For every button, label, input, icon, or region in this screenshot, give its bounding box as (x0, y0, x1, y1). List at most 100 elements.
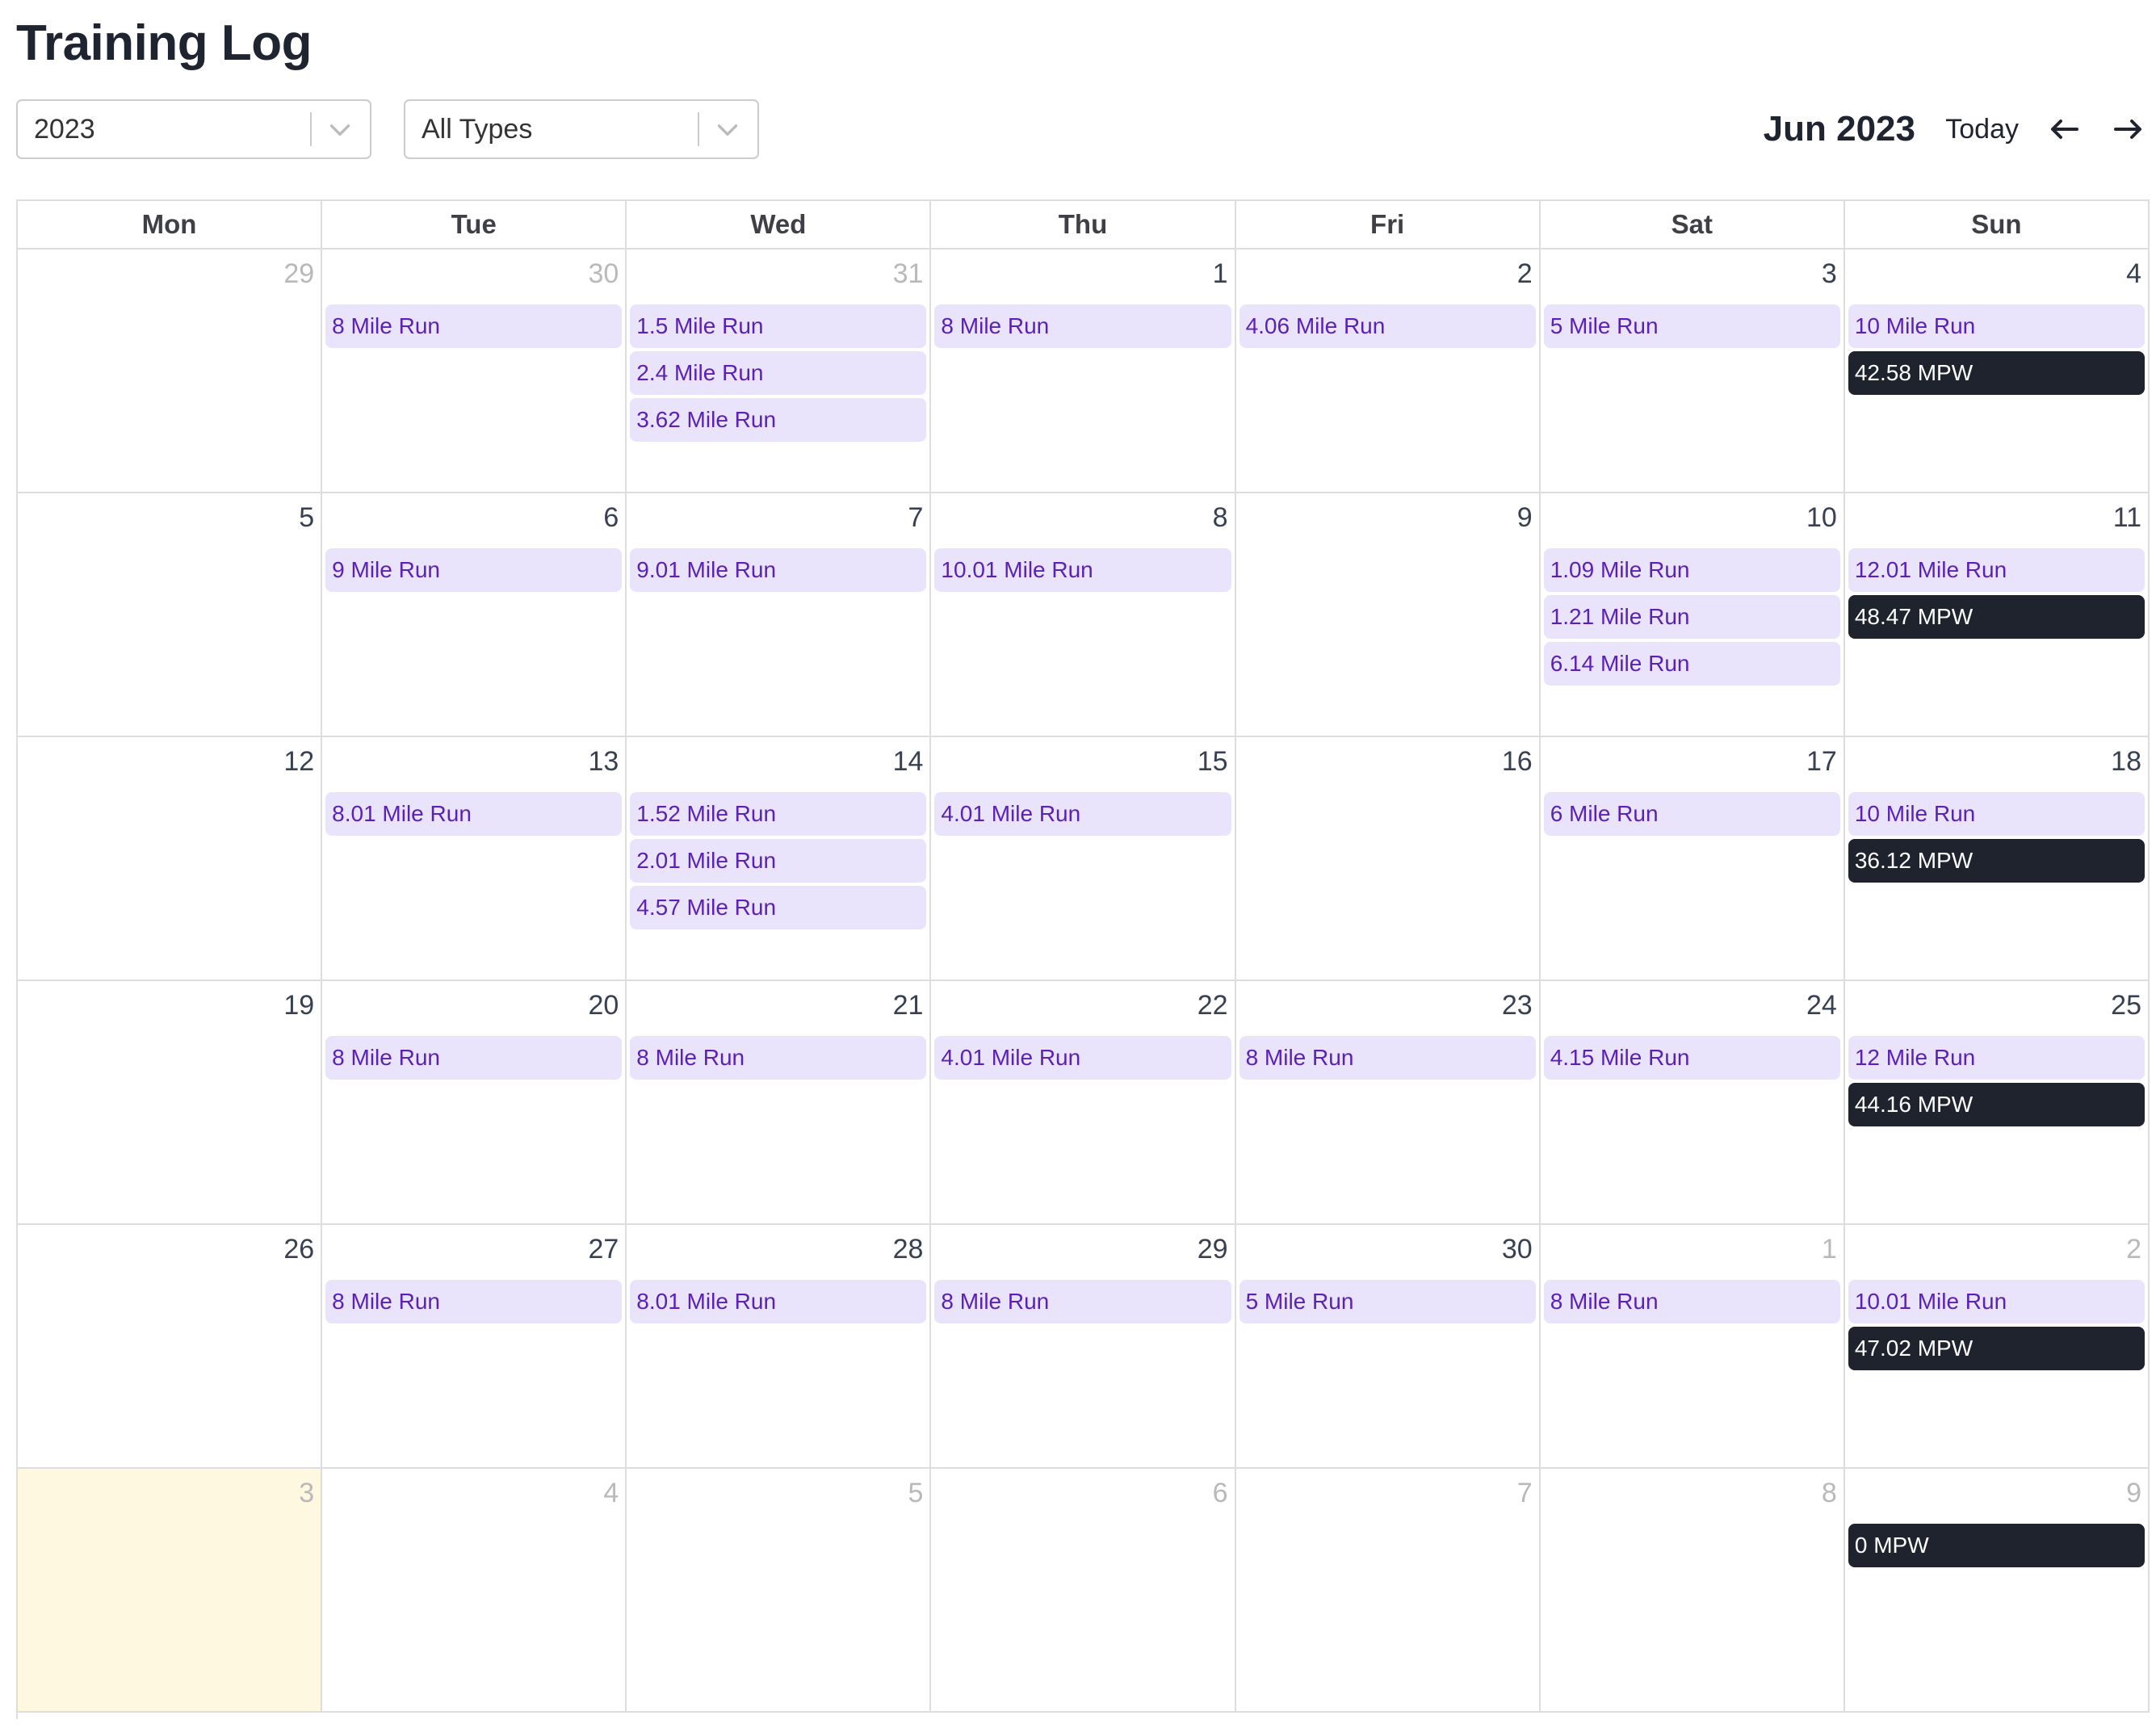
run-event[interactable]: 8 Mile Run (630, 1036, 927, 1080)
day-cell[interactable]: 15 4.01 Mile Run (931, 737, 1236, 979)
weekday-header-thu: Thu (931, 201, 1236, 248)
day-cell[interactable]: 8 (1541, 1469, 1845, 1711)
day-number: 6 (1212, 1478, 1228, 1508)
run-event[interactable]: 12 Mile Run (1848, 1036, 2145, 1080)
day-cell-today[interactable]: 3 (18, 1469, 323, 1711)
day-cell[interactable]: 21 8 Mile Run (627, 981, 932, 1223)
run-event[interactable]: 8.01 Mile Run (325, 792, 623, 836)
run-event[interactable]: 6.14 Mile Run (1543, 642, 1840, 686)
day-cell[interactable]: 29 (18, 250, 323, 492)
weekly-mileage-summary[interactable]: 44.16 MPW (1848, 1083, 2145, 1126)
day-cell[interactable]: 30 8 Mile Run (322, 250, 627, 492)
day-cell[interactable]: 18 10 Mile Run 36.12 MPW (1845, 737, 2150, 979)
day-cell[interactable]: 1 8 Mile Run (931, 250, 1236, 492)
day-cell[interactable]: 19 (18, 981, 323, 1223)
run-event[interactable]: 10 Mile Run (1848, 792, 2145, 836)
type-select[interactable]: All Types (404, 99, 759, 159)
day-cell[interactable]: 23 8 Mile Run (1236, 981, 1541, 1223)
weekly-mileage-summary[interactable]: 47.02 MPW (1848, 1327, 2145, 1370)
weekday-header-row: Mon Tue Wed Thu Fri Sat Sun (18, 201, 2150, 250)
run-event[interactable]: 8 Mile Run (325, 304, 623, 348)
day-cell[interactable]: 9 0 MPW (1845, 1469, 2150, 1711)
day-cell[interactable]: 5 (627, 1469, 932, 1711)
day-cell[interactable]: 20 8 Mile Run (322, 981, 627, 1223)
day-cell[interactable]: 12 (18, 737, 323, 979)
day-cell[interactable]: 2 4.06 Mile Run (1236, 250, 1541, 492)
day-cell[interactable]: 7 (1236, 1469, 1541, 1711)
day-cell[interactable]: 27 8 Mile Run (322, 1225, 627, 1467)
day-cell[interactable]: 2 10.01 Mile Run 47.02 MPW (1845, 1225, 2150, 1467)
day-cell[interactable]: 4 (322, 1469, 627, 1711)
run-event[interactable]: 1.52 Mile Run (630, 792, 927, 836)
run-event[interactable]: 1.21 Mile Run (1543, 595, 1840, 639)
today-button[interactable]: Today (1945, 102, 2019, 157)
run-event[interactable]: 12.01 Mile Run (1848, 548, 2145, 592)
run-event[interactable]: 4.15 Mile Run (1543, 1036, 1840, 1080)
next-month-button[interactable] (2109, 110, 2148, 149)
run-event[interactable]: 2.01 Mile Run (630, 839, 927, 883)
run-event[interactable]: 5 Mile Run (1543, 304, 1840, 348)
day-cell[interactable]: 13 8.01 Mile Run (322, 737, 627, 979)
day-cell[interactable]: 6 9 Mile Run (322, 493, 627, 736)
weekly-mileage-summary[interactable]: 42.58 MPW (1848, 351, 2145, 395)
run-event[interactable]: 9.01 Mile Run (630, 548, 927, 592)
run-event[interactable]: 10 Mile Run (1848, 304, 2145, 348)
day-cell[interactable]: 31 1.5 Mile Run 2.4 Mile Run 3.62 Mile Run (627, 250, 932, 492)
day-cell[interactable]: 6 (931, 1469, 1236, 1711)
run-event[interactable]: 8 Mile Run (325, 1280, 623, 1323)
year-select[interactable]: 2023 (16, 99, 371, 159)
day-cell[interactable]: 1 8 Mile Run (1541, 1225, 1845, 1467)
run-event[interactable]: 10.01 Mile Run (934, 548, 1231, 592)
run-event[interactable]: 8.01 Mile Run (630, 1280, 927, 1323)
day-cell[interactable]: 4 10 Mile Run 42.58 MPW (1845, 250, 2150, 492)
run-event[interactable]: 5 Mile Run (1239, 1280, 1536, 1323)
run-event[interactable]: 1.5 Mile Run (630, 304, 927, 348)
chevron-down-icon[interactable] (711, 112, 745, 146)
day-number: 25 (2111, 990, 2141, 1021)
day-cell[interactable]: 17 6 Mile Run (1541, 737, 1845, 979)
day-number: 9 (1516, 502, 1533, 533)
run-event[interactable]: 8 Mile Run (325, 1036, 623, 1080)
day-cell[interactable]: 25 12 Mile Run 44.16 MPW (1845, 981, 2150, 1223)
day-cell[interactable]: 16 (1236, 737, 1541, 979)
prev-month-button[interactable] (2045, 110, 2083, 149)
run-event[interactable]: 3.62 Mile Run (630, 398, 927, 442)
day-number: 21 (892, 990, 924, 1021)
run-event[interactable]: 2.4 Mile Run (630, 351, 927, 395)
weekly-mileage-summary[interactable]: 36.12 MPW (1848, 839, 2145, 883)
run-event[interactable]: 8 Mile Run (1239, 1036, 1536, 1080)
run-event[interactable]: 4.01 Mile Run (934, 792, 1231, 836)
day-cell[interactable]: 24 4.15 Mile Run (1541, 981, 1845, 1223)
day-number: 12 (283, 746, 315, 777)
run-event[interactable]: 8 Mile Run (934, 1280, 1231, 1323)
run-event[interactable]: 4.01 Mile Run (934, 1036, 1231, 1080)
day-cell[interactable]: 30 5 Mile Run (1236, 1225, 1541, 1467)
day-cell[interactable]: 10 1.09 Mile Run 1.21 Mile Run 6.14 Mile Ru… (1541, 493, 1845, 736)
run-event[interactable]: 4.06 Mile Run (1239, 304, 1536, 348)
chevron-down-icon[interactable] (323, 112, 357, 146)
day-cell[interactable]: 28 8.01 Mile Run (627, 1225, 932, 1467)
run-event[interactable]: 8 Mile Run (934, 304, 1231, 348)
run-event[interactable]: 8 Mile Run (1543, 1280, 1840, 1323)
run-event[interactable]: 1.09 Mile Run (1543, 548, 1840, 592)
day-cell[interactable]: 5 (18, 493, 323, 736)
day-cell[interactable]: 9 (1236, 493, 1541, 736)
weekly-mileage-summary[interactable]: 48.47 MPW (1848, 595, 2145, 639)
run-event[interactable]: 9 Mile Run (325, 548, 623, 592)
run-event[interactable]: 6 Mile Run (1543, 792, 1840, 836)
day-number: 5 (299, 502, 315, 533)
day-cell[interactable]: 22 4.01 Mile Run (931, 981, 1236, 1223)
day-cell[interactable]: 7 9.01 Mile Run (627, 493, 932, 736)
weekday-header-fri: Fri (1236, 201, 1541, 248)
day-cell[interactable]: 26 (18, 1225, 323, 1467)
run-event[interactable]: 10.01 Mile Run (1848, 1280, 2145, 1323)
day-cell[interactable]: 8 10.01 Mile Run (931, 493, 1236, 736)
calendar-weeks: 29 30 8 Mile Run 31 1.5 Mile Run 2.4 Mile Run… (18, 250, 2150, 1713)
run-event[interactable]: 4.57 Mile Run (630, 886, 927, 929)
day-cell[interactable]: 14 1.52 Mile Run 2.01 Mile Run 4.57 Mile Ru… (627, 737, 932, 979)
day-cell[interactable]: 11 12.01 Mile Run 48.47 MPW (1845, 493, 2150, 736)
day-cell[interactable]: 29 8 Mile Run (931, 1225, 1236, 1467)
day-cell[interactable]: 3 5 Mile Run (1541, 250, 1845, 492)
weekly-mileage-summary[interactable]: 0 MPW (1848, 1524, 2145, 1567)
year-select-value: 2023 (34, 114, 95, 145)
